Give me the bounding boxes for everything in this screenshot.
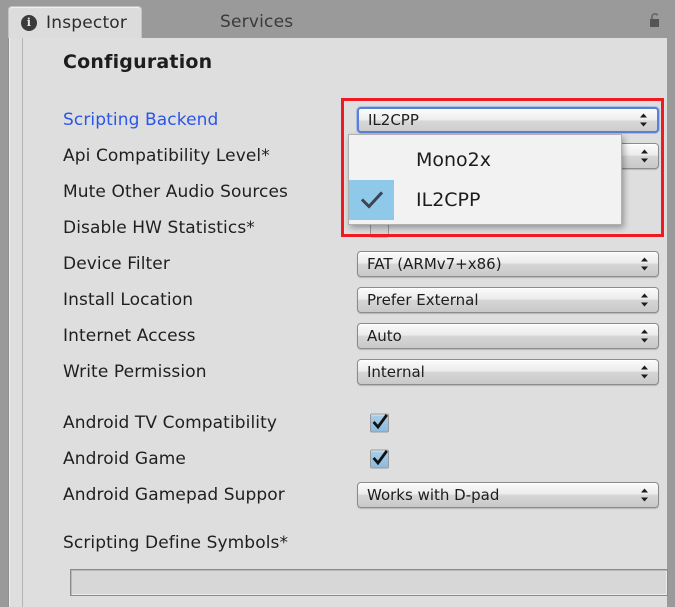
row-write-permission: Write Permission Internal bbox=[23, 354, 668, 390]
checkmark-icon bbox=[372, 414, 388, 430]
checkmark-icon bbox=[372, 450, 388, 466]
android-gamepad-support-dropdown[interactable]: Works with D-pad bbox=[357, 482, 659, 508]
label-internet-access: Internet Access bbox=[63, 326, 196, 346]
menu-item-mono2x-label: Mono2x bbox=[416, 149, 492, 171]
row-android-tv-compatibility: Android TV Compatibility bbox=[23, 405, 668, 441]
menu-check-cell bbox=[349, 140, 394, 180]
label-scripting-define-symbols: Scripting Define Symbols* bbox=[63, 533, 289, 553]
tab-services-label: Services bbox=[220, 12, 294, 32]
label-android-gamepad-support: Android Gamepad Suppor bbox=[63, 485, 285, 505]
chevron-updown-icon bbox=[640, 488, 649, 503]
row-scripting-define-symbols: Scripting Define Symbols* bbox=[23, 528, 668, 558]
android-tv-compatibility-checkbox[interactable] bbox=[370, 413, 389, 433]
label-install-location: Install Location bbox=[63, 290, 194, 310]
scripting-backend-value: IL2CPP bbox=[368, 111, 419, 129]
tab-bar: i Inspector Services bbox=[0, 0, 675, 38]
scripting-backend-dropdown[interactable]: IL2CPP bbox=[357, 107, 659, 133]
write-permission-value: Internal bbox=[367, 363, 425, 381]
chevron-updown-icon bbox=[640, 365, 649, 380]
tab-inspector-label: Inspector bbox=[46, 12, 128, 33]
row-scripting-backend: Scripting Backend IL2CPP bbox=[23, 102, 668, 138]
android-gamepad-support-value: Works with D-pad bbox=[367, 486, 500, 504]
install-location-dropdown[interactable]: Prefer External bbox=[357, 287, 659, 313]
row-device-filter: Device Filter FAT (ARMv7+x86) bbox=[23, 246, 668, 282]
padlock-open-icon[interactable] bbox=[647, 12, 663, 29]
label-mute-other-audio-sources: Mute Other Audio Sources bbox=[63, 182, 289, 202]
label-write-permission: Write Permission bbox=[63, 362, 207, 382]
unity-inspector-window: i Inspector Services Configuration Scrip… bbox=[0, 0, 675, 607]
row-install-location: Install Location Prefer External bbox=[23, 282, 668, 318]
menu-check-cell bbox=[349, 180, 394, 220]
inspector-panel: Configuration Scripting Backend IL2CPP A… bbox=[8, 38, 668, 607]
tab-inspector[interactable]: i Inspector bbox=[8, 6, 143, 38]
page-title: Configuration bbox=[63, 51, 213, 73]
label-api-compatibility-level: Api Compatibility Level* bbox=[63, 146, 270, 166]
chevron-updown-icon bbox=[640, 257, 649, 272]
menu-item-mono2x[interactable]: Mono2x bbox=[349, 140, 621, 180]
label-android-game: Android Game bbox=[63, 449, 186, 469]
row-internet-access: Internet Access Auto bbox=[23, 318, 668, 354]
label-android-tv-compatibility: Android TV Compatibility bbox=[63, 413, 278, 433]
device-filter-dropdown[interactable]: FAT (ARMv7+x86) bbox=[357, 251, 659, 277]
device-filter-value: FAT (ARMv7+x86) bbox=[367, 255, 502, 273]
chevron-updown-icon bbox=[639, 113, 648, 128]
row-android-gamepad-support: Android Gamepad Suppor Works with D-pad bbox=[23, 477, 668, 513]
inspector-content: Configuration Scripting Backend IL2CPP A… bbox=[22, 38, 668, 607]
menu-item-il2cpp[interactable]: IL2CPP bbox=[349, 180, 621, 220]
internet-access-value: Auto bbox=[367, 327, 402, 345]
label-scripting-backend: Scripting Backend bbox=[63, 110, 219, 130]
chevron-updown-icon bbox=[640, 329, 649, 344]
internet-access-dropdown[interactable]: Auto bbox=[357, 323, 659, 349]
tab-services[interactable]: Services bbox=[208, 6, 307, 38]
chevron-updown-icon bbox=[640, 149, 649, 164]
row-android-game: Android Game bbox=[23, 441, 668, 477]
label-device-filter: Device Filter bbox=[63, 254, 170, 274]
scripting-define-symbols-input[interactable] bbox=[70, 569, 668, 596]
info-icon: i bbox=[21, 14, 37, 31]
chevron-updown-icon bbox=[640, 293, 649, 308]
menu-item-il2cpp-label: IL2CPP bbox=[416, 189, 481, 211]
install-location-value: Prefer External bbox=[367, 291, 479, 309]
scripting-backend-menu: Mono2x IL2CPP bbox=[348, 134, 622, 225]
android-game-checkbox[interactable] bbox=[370, 449, 389, 469]
write-permission-dropdown[interactable]: Internal bbox=[357, 359, 659, 385]
checkmark-icon bbox=[360, 191, 383, 209]
label-disable-hw-statistics: Disable HW Statistics* bbox=[63, 218, 255, 238]
